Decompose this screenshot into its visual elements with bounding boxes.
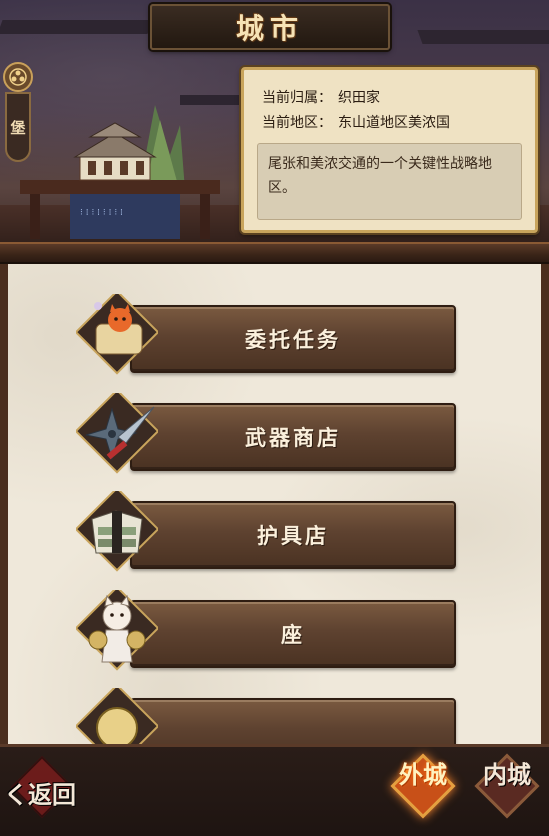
bottom-navigation: く返回 外城 内城 bbox=[0, 744, 549, 836]
armor-shop-label: 护具店 bbox=[257, 523, 329, 548]
quest-button-label: 委托任务 bbox=[245, 327, 341, 352]
clan-crest-icon bbox=[3, 62, 33, 92]
outer-city-label: 外城 bbox=[399, 760, 447, 789]
kunai-shuriken-icon bbox=[76, 393, 158, 474]
castle-illustration: ⁝ ⁞ ⁝ ⁞ ⁝ ⁞ ⁝ ⁞ bbox=[20, 105, 220, 239]
fortress-badge[interactable]: 堡 bbox=[3, 62, 33, 162]
affiliation-row: 当前归属： 织田家 bbox=[262, 87, 380, 107]
section-divider bbox=[0, 242, 549, 264]
back-button-label: く返回 bbox=[0, 775, 80, 810]
region-value: 东山道地区美浓国 bbox=[338, 115, 450, 131]
page-title-plate: 城市 bbox=[150, 4, 390, 50]
za-guild-button[interactable]: 座 bbox=[130, 600, 456, 668]
region-row: 当前地区： 东山道地区美浓国 bbox=[262, 112, 450, 132]
city-info-panel: 当前归属： 织田家 当前地区： 东山道地区美浓国 尾张和美浓交通的一个关键性战略地区… bbox=[241, 67, 538, 233]
fortress-label: 堡 bbox=[5, 92, 31, 162]
shop-menu-panel: 委托任务 武器商店 护具店 座 bbox=[0, 264, 549, 744]
za-guild-label: 座 bbox=[281, 622, 305, 647]
lucky-cat-cymbals-icon bbox=[76, 590, 158, 671]
back-button[interactable]: く返回 bbox=[0, 755, 80, 819]
tab-inner-city[interactable]: 内城 bbox=[472, 753, 542, 831]
region-key: 当前地区： bbox=[262, 115, 332, 131]
affiliation-value: 织田家 bbox=[338, 90, 380, 106]
svg-text:⁝ ⁞ ⁝ ⁞ ⁝ ⁞ ⁝ ⁞: ⁝ ⁞ ⁝ ⁞ ⁝ ⁞ ⁝ ⁞ bbox=[80, 208, 123, 218]
weapon-shop-button[interactable]: 武器商店 bbox=[130, 403, 456, 471]
fifth-menu-button[interactable] bbox=[130, 698, 456, 744]
back-label-text: 返回 bbox=[28, 780, 76, 809]
coin-icon bbox=[76, 688, 158, 744]
quest-button[interactable]: 委托任务 bbox=[130, 305, 456, 373]
city-description: 尾张和美浓交通的一个关键性战略地区。 bbox=[257, 143, 522, 220]
inner-city-label: 内城 bbox=[483, 760, 531, 789]
affiliation-key: 当前归属： bbox=[262, 90, 332, 106]
background-roof bbox=[417, 30, 549, 44]
armor-shop-button[interactable]: 护具店 bbox=[130, 501, 456, 569]
back-arrow-icon: く bbox=[4, 780, 28, 809]
armor-icon bbox=[76, 491, 158, 572]
tab-outer-city[interactable]: 外城 bbox=[388, 753, 458, 831]
scroll-cat-icon bbox=[76, 294, 158, 375]
weapon-shop-label: 武器商店 bbox=[245, 425, 341, 450]
background-roof bbox=[0, 20, 153, 34]
page-title: 城市 bbox=[235, 12, 304, 45]
